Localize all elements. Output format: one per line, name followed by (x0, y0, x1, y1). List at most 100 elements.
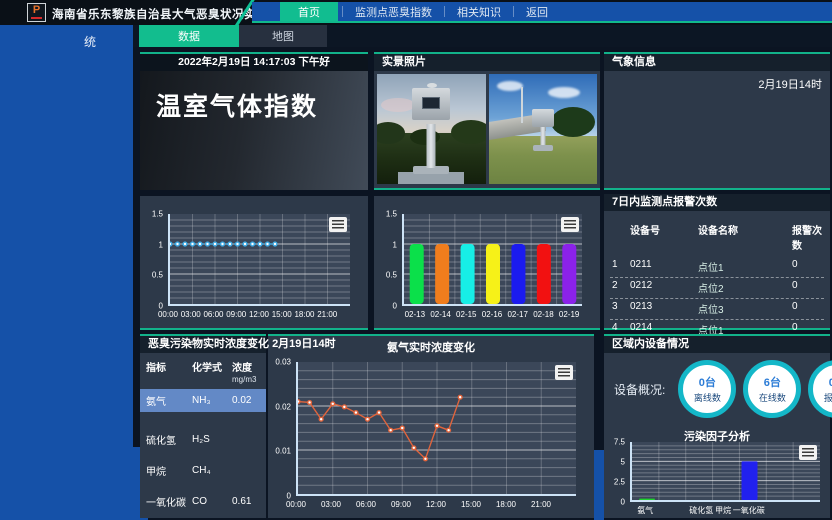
x-axis-label: 06:00 (356, 500, 376, 509)
y-axis-label: 2.5 (614, 477, 625, 486)
col-device-id: 设备号 (630, 222, 698, 252)
nav-item-odor-index[interactable]: 监测点恶臭指数 (343, 2, 444, 21)
device-pole (427, 124, 436, 168)
chart-menu-icon[interactable] (555, 365, 573, 380)
y-axis: 00.511.5 (380, 214, 400, 306)
x-axis-label: 03:00 (321, 500, 341, 509)
unit-label: mg/m3 (232, 375, 256, 384)
chart-plot (296, 362, 576, 496)
y-axis-label: 1 (159, 240, 163, 249)
online-count-circle: 6台 在线数 (743, 360, 801, 418)
weather-title: 气象信息 (604, 54, 830, 71)
y-axis-label: 7.5 (614, 438, 625, 447)
x-axis-label: 18:00 (294, 310, 314, 319)
x-axis-label: 00:00 (158, 310, 178, 319)
weather-time: 2月19日14时 (758, 76, 822, 92)
x-axis-label: 09:00 (391, 500, 411, 509)
y-axis-label: 5 (621, 457, 625, 466)
cloud-shape (497, 81, 523, 91)
table-header-row: 设备号 设备名称 报警次数 (610, 220, 824, 257)
app-logo-icon: P (27, 3, 46, 22)
x-axis-label: 00:00 (286, 500, 306, 509)
x-axis-label: 12:00 (426, 500, 446, 509)
x-axis-label: 03:00 (181, 310, 201, 319)
y-axis-label: 0 (621, 498, 625, 507)
x-axis-label: 氨气 (637, 505, 653, 516)
odor-table-header: 指标 化学式 浓度 mg/m3 (140, 353, 266, 385)
devices-panel: 区域内设备情况 设备概况: 0台 离线数 6台 在线数 0台 报警数 污染因子分… (604, 334, 830, 518)
x-axis-label: 15:00 (272, 310, 292, 319)
odor-row-co[interactable]: 一氧化碳CO0.61 (140, 490, 266, 513)
overview-label: 设备概况: (614, 381, 665, 398)
y-axis-label: 0.5 (152, 271, 163, 280)
tab-bar: 数据 地图 (133, 25, 832, 47)
greenhouse-line-chart: 00.511.5 00:0003:0006:0009:0012:0015:001… (146, 208, 362, 324)
x-axis-label: 06:00 (203, 310, 223, 319)
y-axis: 00.511.5 (146, 214, 166, 306)
device-screen (422, 97, 440, 109)
y-axis-label: 1.5 (152, 210, 163, 219)
y-axis-label: 0 (393, 302, 397, 311)
chart-plot (630, 442, 820, 502)
site-photo-2 (489, 74, 598, 184)
chart-menu-icon[interactable] (329, 217, 347, 232)
factor-bar-chart: 02.557.5 氨气硫化氢甲烷一氧化碳 (608, 442, 824, 516)
x-axis-label: 02-19 (559, 310, 579, 319)
x-axis-label: 21:00 (531, 500, 551, 509)
x-axis-label: 02-13 (405, 310, 425, 319)
x-axis-label: 02-14 (430, 310, 450, 319)
greenhouse-body: 温室气体指数 (140, 71, 368, 190)
chart-plot (168, 214, 350, 306)
x-axis-label: 02-16 (482, 310, 502, 319)
chart-menu-icon[interactable] (561, 217, 579, 232)
ammonia-chart-panel: 氨气实时浓度变化 00.010.020.03 00:0003:0006:0009… (268, 334, 594, 518)
main-nav: 首页 监测点恶臭指数 相关知识 返回 (252, 2, 832, 23)
alarm-count-circle: 0台 报警数 (808, 360, 832, 418)
devices-panel-title: 区域内设备情况 (604, 336, 830, 353)
photo-row (377, 74, 597, 184)
y-axis: 00.010.020.03 (274, 362, 294, 496)
tab-map[interactable]: 地图 (239, 25, 327, 47)
col-device-name: 设备名称 (698, 222, 792, 252)
y-axis-label: 0.5 (386, 271, 397, 280)
device-base (533, 145, 553, 151)
greenhouse-index-panel: 2022年2月19日 14:17:03 下午好 温室气体指数 (140, 52, 368, 190)
odor-row-ch4[interactable]: 甲烷CH₄ (140, 459, 266, 482)
odor-table-panel: 恶臭污染物实时浓度变化 2月19日14时 指标 化学式 浓度 mg/m3 氨气N… (140, 334, 266, 518)
chart-menu-icon[interactable] (799, 445, 817, 460)
monitoring-device (532, 109, 554, 127)
sidebar-system-label: 统 (84, 33, 96, 50)
daily-bars-panel: 00.511.5 02-1302-1402-1502-1602-1702-180… (374, 196, 600, 330)
y-axis-label: 0.01 (275, 447, 291, 456)
x-axis: 00:0003:0006:0009:0012:0015:0018:0021:00 (296, 500, 576, 511)
odor-row-ammonia[interactable]: 氨气NH₃0.02 (140, 389, 266, 412)
x-axis-label: 02-18 (533, 310, 553, 319)
odor-row-h2s[interactable]: 硫化氢H₂S (140, 428, 266, 451)
x-axis-label: 21:00 (317, 310, 337, 319)
x-axis-label: 02-17 (507, 310, 527, 319)
x-axis-label: 15:00 (461, 500, 481, 509)
device-antenna (427, 83, 437, 88)
x-axis-label: 甲烷 (715, 505, 731, 516)
odor-panel-title: 恶臭污染物实时浓度变化 2月19日14时 (140, 336, 266, 353)
chart-plot (402, 214, 582, 306)
y-axis-label: 1 (393, 240, 397, 249)
alarm-table-panel: 7日内监测点报警次数 设备号 设备名称 报警次数 10211点位10 20212… (604, 194, 830, 330)
tab-data[interactable]: 数据 (139, 25, 239, 47)
live-photos-title: 实景照片 (374, 54, 600, 71)
nav-item-back[interactable]: 返回 (514, 2, 560, 21)
site-photo-1 (377, 74, 486, 184)
x-axis: 00:0003:0006:0009:0012:0015:0018:0021:00 (168, 310, 350, 321)
col-alarm-count: 报警次数 (792, 222, 824, 252)
pole-shape (521, 87, 523, 123)
device-overview: 设备概况: 0台 离线数 6台 在线数 0台 报警数 (608, 358, 826, 420)
nav-item-home[interactable]: 首页 (280, 2, 338, 21)
dashboard-root: P 海南省乐东黎族自治县大气恶臭状况实时发布系 首页 监测点恶臭指数 相关知识 … (0, 0, 832, 520)
x-axis-label: 12:00 (249, 310, 269, 319)
greenhouse-title: 温室气体指数 (156, 87, 368, 123)
x-axis-label: 一氧化碳 (733, 505, 765, 516)
table-row: 10211点位10 (610, 257, 824, 278)
background-gap (594, 450, 604, 520)
nav-item-knowledge[interactable]: 相关知识 (445, 2, 513, 21)
greenhouse-chart-panel: 00.511.5 00:0003:0006:0009:0012:0015:001… (140, 196, 368, 330)
